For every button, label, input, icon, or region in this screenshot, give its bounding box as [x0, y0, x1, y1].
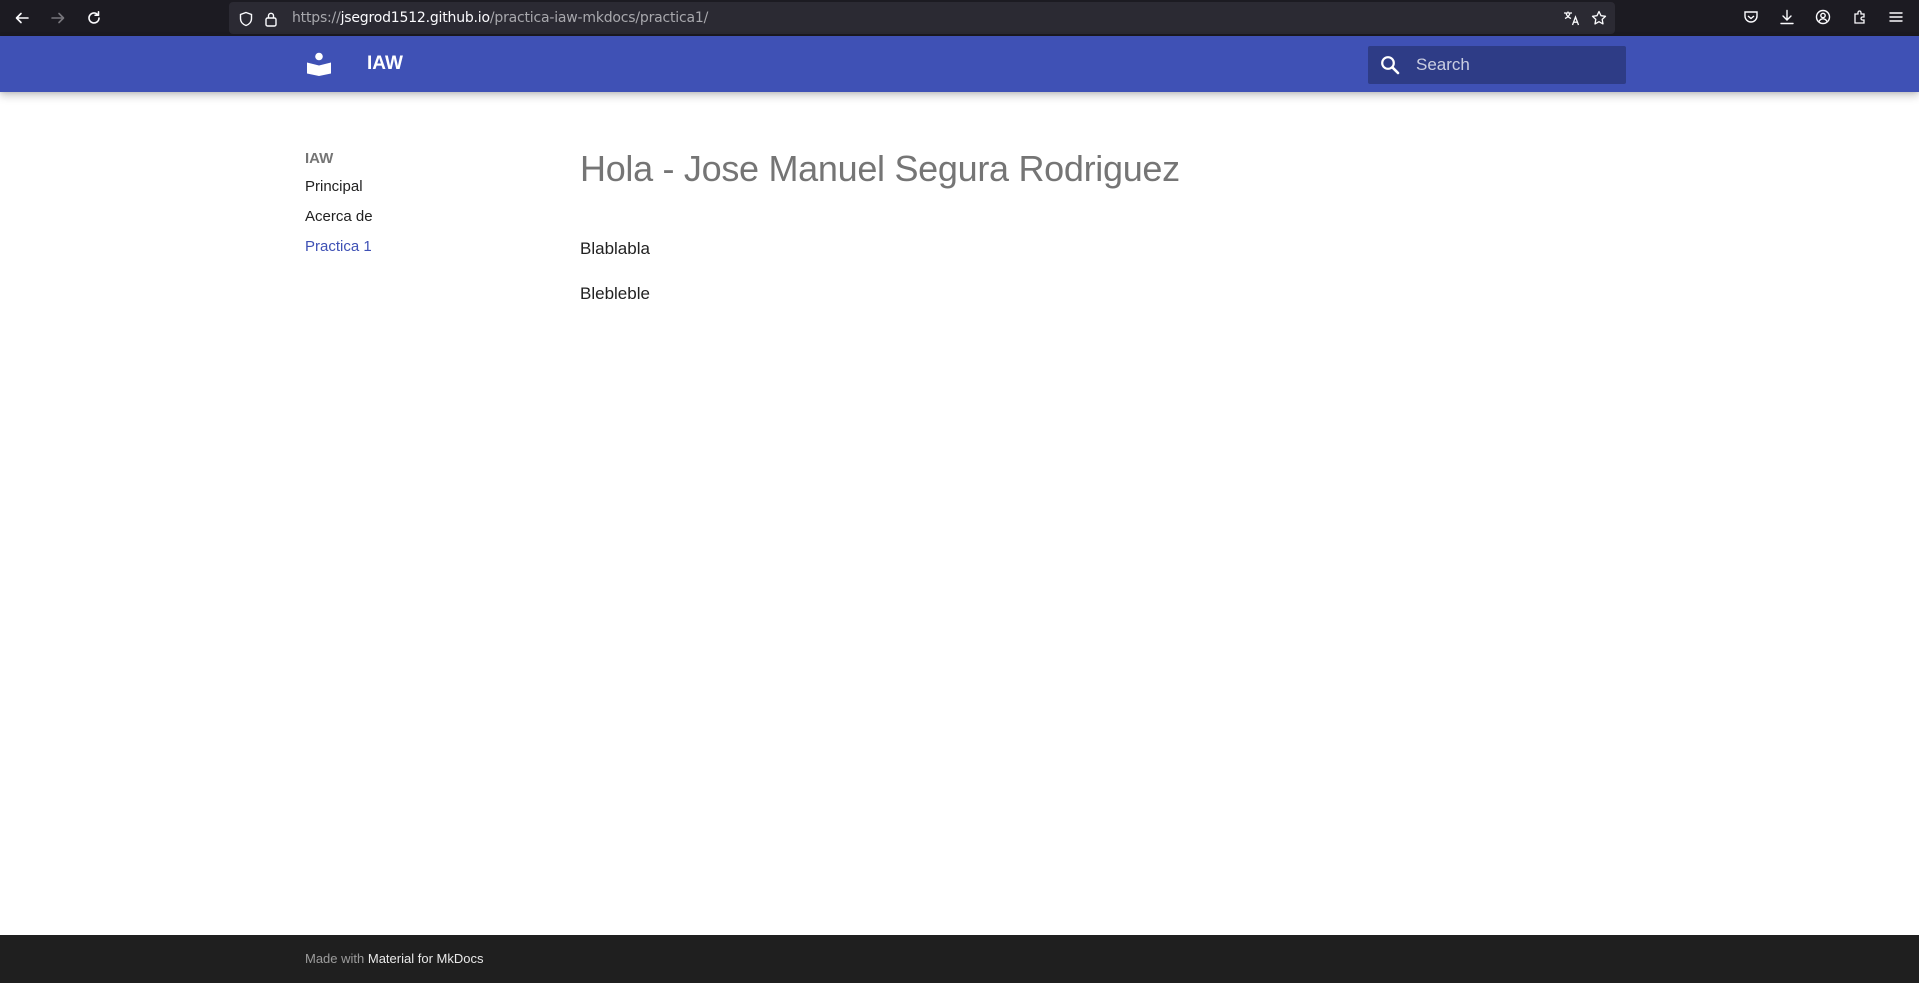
footer-prefix: Made with [305, 951, 368, 966]
sidebar-title: IAW [305, 150, 334, 167]
reload-icon [88, 11, 100, 24]
url-domain: jsegrod1512.github.io [340, 10, 490, 26]
sidebar-nav: IAW Principal Acerca de Practica 1 [305, 150, 505, 262]
lock-icon[interactable] [264, 11, 278, 27]
menu-icon[interactable] [1888, 9, 1904, 25]
translate-icon[interactable] [1563, 10, 1581, 26]
paragraph-2: Blebleble [580, 284, 650, 303]
back-button[interactable] [10, 6, 34, 30]
search-icon [1381, 56, 1400, 75]
main-content: Hola - Jose Manuel Segura Rodriguez Blab… [580, 148, 1180, 303]
account-icon[interactable] [1815, 9, 1831, 25]
url-text[interactable]: https://jsegrod1512.github.io/practica-i… [292, 10, 708, 26]
paragraph-1: Blablabla [580, 239, 650, 258]
download-icon[interactable] [1779, 9, 1795, 25]
sidebar-item-practica-1[interactable]: Practica 1 [305, 232, 505, 262]
shield-icon[interactable] [238, 11, 254, 27]
footer-link-material[interactable]: Material for MkDocs [368, 951, 484, 966]
browser-toolbar: https://jsegrod1512.github.io/practica-i… [0, 0, 1919, 36]
sidebar-item-acerca-de[interactable]: Acerca de [305, 202, 505, 232]
sidebar-item-principal[interactable]: Principal [305, 172, 505, 202]
search-box[interactable] [1368, 46, 1626, 84]
page-title: Hola - Jose Manuel Segura Rodriguez [580, 148, 1180, 189]
url-path: /practica-iaw-mkdocs/practica1/ [489, 10, 709, 26]
book-reader-logo-icon[interactable] [306, 52, 332, 76]
arrow-left-icon [15, 12, 29, 24]
site-title[interactable]: IAW [367, 53, 403, 75]
site-header: IAW [0, 36, 1919, 92]
pocket-icon[interactable] [1743, 9, 1759, 25]
site-footer: Made with Material for MkDocs [0, 935, 1919, 983]
arrow-right-icon [51, 12, 65, 24]
footer-credit: Made with Material for MkDocs [305, 951, 483, 966]
reload-button[interactable] [82, 6, 106, 30]
extensions-icon[interactable] [1852, 9, 1868, 25]
search-input[interactable] [1416, 46, 1616, 84]
url-bar[interactable]: https://jsegrod1512.github.io/practica-i… [229, 2, 1615, 34]
forward-button[interactable] [46, 6, 70, 30]
bookmark-star-icon[interactable] [1591, 10, 1607, 26]
url-scheme: https:// [292, 10, 341, 26]
